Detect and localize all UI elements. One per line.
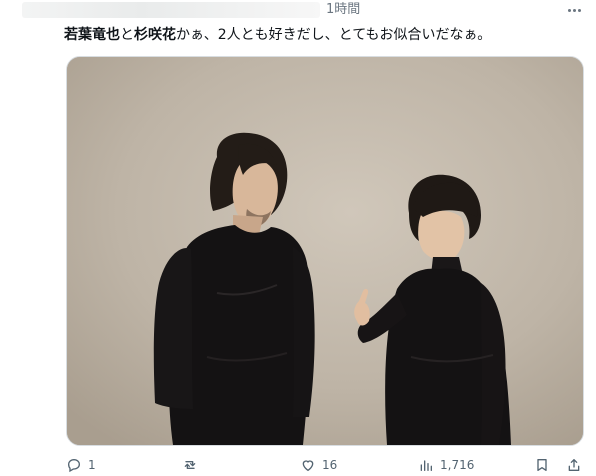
views-button[interactable]: 1,716	[418, 456, 474, 474]
views-icon	[420, 460, 432, 471]
views-count: 1,716	[440, 458, 475, 472]
reply-icon	[67, 458, 81, 473]
mention-name-1: 若葉竜也	[64, 27, 120, 43]
more-icon[interactable]	[560, 2, 588, 18]
blurred-user-name[interactable]	[22, 2, 320, 18]
like-count: 16	[322, 458, 338, 472]
mention-name-2: 杉咲花	[134, 27, 176, 43]
reply-button[interactable]: 1	[66, 456, 96, 474]
tweet-header: 1時間	[0, 0, 596, 22]
like-icon	[302, 460, 314, 472]
tweet-text-conj: と	[120, 27, 134, 43]
post-time[interactable]: 1時間	[326, 2, 360, 18]
bookmark-button[interactable]	[534, 456, 550, 474]
share-icon	[568, 459, 580, 471]
tweet-actions: 1 16 1,716	[0, 452, 596, 476]
like-button[interactable]: 16	[300, 456, 337, 474]
share-button[interactable]	[566, 456, 582, 474]
bookmark-icon	[537, 459, 547, 471]
reply-count: 1	[88, 458, 96, 472]
tweet-text-rest: かぁ、2人とも好きだし、とてもお似合いだなぁ。	[176, 27, 492, 43]
retweet-icon	[184, 461, 196, 469]
tweet-photo[interactable]	[66, 56, 584, 446]
tweet-text: 若葉竜也と杉咲花かぁ、2人とも好きだし、とてもお似合いだなぁ。	[64, 25, 584, 45]
retweet-button[interactable]	[182, 456, 198, 474]
